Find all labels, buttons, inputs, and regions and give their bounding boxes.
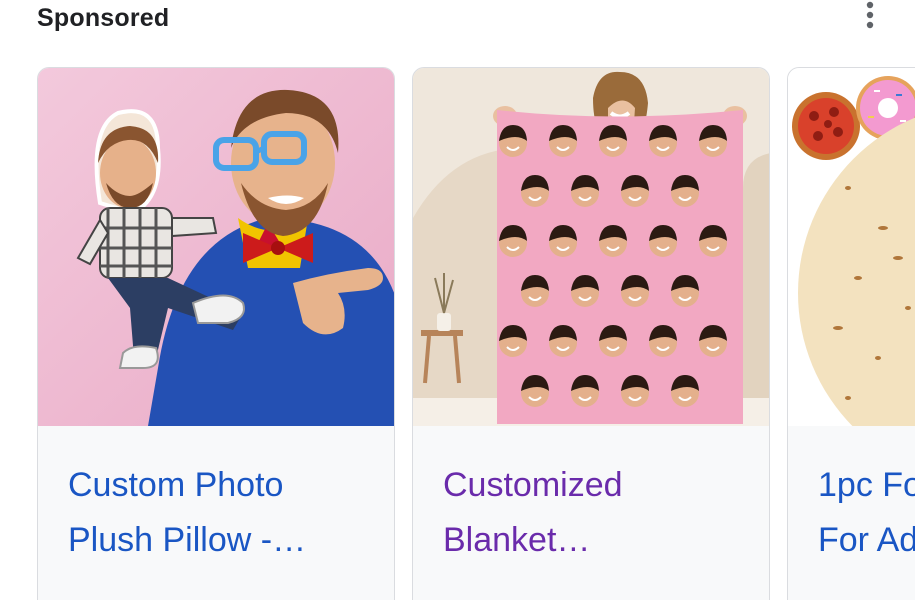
product-title-line[interactable]: Plush Pillow -…	[68, 513, 368, 568]
product-title-line[interactable]: Blanket…	[443, 513, 743, 568]
product-title-line[interactable]: Customized	[443, 458, 743, 513]
product-title[interactable]: 1pc Fo For Ad	[818, 458, 915, 568]
tortilla-blanket-image[interactable]	[788, 68, 915, 426]
face-print-blanket-image[interactable]	[413, 68, 769, 426]
product-card-custom-blanket[interactable]: Customized Blanket…	[412, 67, 770, 600]
product-title[interactable]: Custom Photo Plush Pillow -…	[68, 458, 368, 568]
product-card-tortilla-blanket[interactable]: 1pc Fo For Ad	[787, 67, 915, 600]
product-title[interactable]: Customized Blanket…	[443, 458, 743, 568]
product-title-line[interactable]: Custom Photo	[68, 458, 368, 513]
product-title-line[interactable]: For Ad	[818, 513, 915, 568]
photo-plush-pillow-image[interactable]	[38, 68, 394, 426]
product-carousel[interactable]: Custom Photo Plush Pillow -… Customized …	[0, 0, 915, 600]
product-card-plush-pillow[interactable]: Custom Photo Plush Pillow -…	[37, 67, 395, 600]
product-title-line[interactable]: 1pc Fo	[818, 458, 915, 513]
